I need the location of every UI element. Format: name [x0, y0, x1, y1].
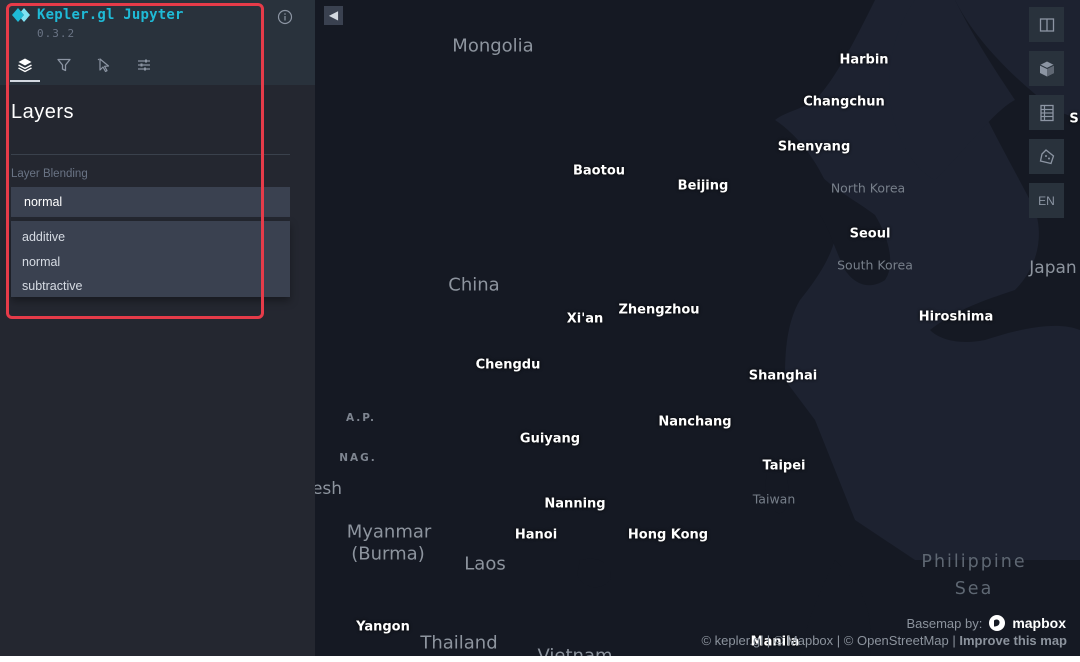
- map-label-zhengzhou: Zhengzhou: [618, 302, 700, 318]
- map-label-baotou: Baotou: [572, 163, 626, 179]
- basemap-credit: Basemap by: mapbox: [906, 614, 1066, 632]
- blending-option-subtractive[interactable]: subtractive: [11, 274, 290, 299]
- blending-option-normal[interactable]: normal: [11, 250, 290, 275]
- map-label-bangladesh-partial: esh: [315, 479, 343, 499]
- draw-on-map-button[interactable]: [1029, 139, 1064, 174]
- mapbox-wordmark: mapbox: [1012, 615, 1066, 631]
- layer-blending-select[interactable]: normal: [11, 187, 290, 217]
- map-canvas[interactable]: ◀ Mongolia Harbin Changchun Shenyang Bao…: [315, 0, 1080, 656]
- map-label-shanghai: Shanghai: [748, 368, 818, 384]
- filter-icon: [57, 58, 71, 72]
- attribution-separator: |: [948, 633, 960, 648]
- map-label-laos: Laos: [464, 553, 506, 575]
- tab-filters[interactable]: [51, 54, 77, 80]
- map-label-nanning: Nanning: [544, 496, 606, 512]
- map-label-nag: NAG.: [339, 452, 377, 464]
- divider: [11, 154, 290, 155]
- attribution-osm-link[interactable]: © OpenStreetMap: [844, 633, 949, 648]
- split-map-button[interactable]: [1029, 7, 1064, 42]
- map-label-beijing: Beijing: [677, 178, 729, 194]
- map-label-taipei: Taipei: [762, 458, 806, 474]
- attribution-keplergl-link[interactable]: © kepler.gl: [701, 633, 763, 648]
- split-map-icon: [1039, 17, 1054, 32]
- panel-header: Kepler.gl Jupyter 0.3.2: [0, 0, 315, 85]
- language-label: EN: [1038, 193, 1055, 208]
- map-label-nanchang: Nanchang: [658, 414, 732, 430]
- map-label-south-korea: South Korea: [837, 257, 913, 273]
- map-label-seoul: Seoul: [849, 226, 891, 242]
- map-label-xian: Xi'an: [566, 311, 604, 327]
- map-label-myanmar: Myanmar: [346, 521, 432, 543]
- layer-blending-label: Layer Blending: [11, 168, 88, 180]
- blending-option-additive[interactable]: additive: [11, 225, 290, 250]
- map-label-mongolia: Mongolia: [452, 35, 534, 57]
- attribution-separator: |: [833, 633, 844, 648]
- map-label-north-korea: North Korea: [830, 180, 906, 196]
- map-label-vietnam: Vietnam: [537, 645, 613, 657]
- map-label-sea: Sea: [954, 579, 994, 599]
- chevron-left-icon: ◀: [328, 8, 339, 22]
- tab-map-style[interactable]: [131, 54, 157, 80]
- map-label-philippine: Philippine: [921, 552, 1027, 572]
- map-label-japan: Japan: [1029, 258, 1077, 278]
- 3d-map-button[interactable]: [1029, 51, 1064, 86]
- collapse-panel-button[interactable]: ◀: [324, 6, 343, 25]
- map-label-burma: (Burma): [351, 543, 425, 565]
- map-label-hong-kong: Hong Kong: [627, 527, 709, 543]
- map-label-taiwan: Taiwan: [752, 491, 796, 507]
- attribution-separator: |: [763, 633, 774, 648]
- map-label-ap: A.P.: [345, 412, 377, 424]
- map-label-shenyang: Shenyang: [777, 139, 851, 155]
- layers-icon: [18, 58, 32, 73]
- kepler-app: Kepler.gl Jupyter 0.3.2 Layers Layer Ble…: [0, 0, 1080, 656]
- app-version: 0.3.2: [37, 27, 76, 40]
- sliders-icon: [138, 59, 150, 71]
- panel-title: Layers: [11, 101, 75, 123]
- side-panel: Kepler.gl Jupyter 0.3.2 Layers Layer Ble…: [0, 0, 315, 656]
- layer-blending-dropdown: additive normal subtractive: [11, 221, 290, 297]
- info-icon[interactable]: [277, 9, 293, 25]
- kepler-logo-icon: [11, 7, 33, 23]
- tab-interactions[interactable]: [91, 54, 117, 80]
- attribution-mapbox-link[interactable]: © Mapbox: [774, 633, 833, 648]
- mapbox-logo-icon: [989, 615, 1006, 631]
- map-label-hanoi: Hanoi: [514, 527, 558, 543]
- language-button[interactable]: EN: [1029, 183, 1064, 218]
- map-attribution: © kepler.gl | © Mapbox | © OpenStreetMap…: [701, 633, 1067, 648]
- cube-icon: [1039, 61, 1054, 76]
- polygon-icon: [1039, 148, 1054, 164]
- map-label-guiyang: Guiyang: [519, 431, 581, 447]
- map-label-hiroshima: Hiroshima: [918, 309, 994, 325]
- map-label-edge-s: S: [1069, 111, 1079, 127]
- map-label-yangon: Yangon: [356, 619, 410, 635]
- tab-layers[interactable]: [10, 54, 40, 82]
- app-title: Kepler.gl Jupyter: [37, 7, 184, 23]
- map-label-china: China: [448, 274, 500, 296]
- map-label-chengdu: Chengdu: [475, 357, 541, 373]
- improve-map-link[interactable]: Improve this map: [959, 633, 1067, 648]
- cursor-icon: [97, 58, 110, 73]
- basemap-credit-text: Basemap by:: [906, 615, 983, 631]
- map-label-changchun: Changchun: [803, 94, 885, 110]
- map-label-harbin: Harbin: [839, 52, 889, 68]
- legend-icon: [1039, 104, 1054, 121]
- map-label-thailand: Thailand: [420, 632, 498, 654]
- legend-button[interactable]: [1029, 95, 1064, 130]
